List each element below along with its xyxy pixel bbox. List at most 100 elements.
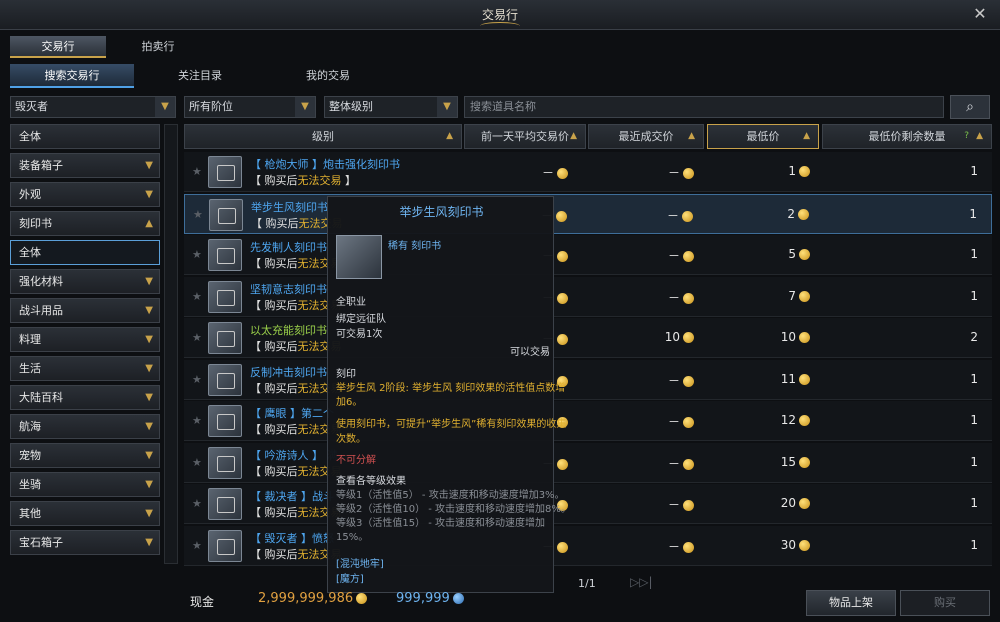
table-row[interactable]: ★反制冲击刻印书【 购买后无法交易－－111 <box>184 359 992 400</box>
buy-button[interactable]: 购买 <box>900 590 990 616</box>
star-icon[interactable]: ★ <box>192 331 202 344</box>
lowest-price-value: 11 <box>780 371 796 386</box>
gold-coin-icon <box>356 593 368 604</box>
gold-coin-icon <box>799 373 810 385</box>
category-scrollbar[interactable] <box>164 124 178 564</box>
tier-select[interactable]: 所有阶位 ▼ <box>184 96 316 118</box>
lowest-price-value: 1 <box>788 164 796 178</box>
header-recent-price[interactable]: 最近成交价 ▲ <box>588 124 704 149</box>
category-gem-box[interactable]: 宝石箱子 ▼ <box>10 530 160 555</box>
star-icon[interactable]: ★ <box>192 539 202 552</box>
help-icon[interactable]: ? <box>964 125 969 148</box>
tab-my-trades[interactable]: 我的交易 <box>266 64 390 88</box>
grade-select[interactable]: 整体级别 ▼ <box>324 96 458 118</box>
table-row[interactable]: ★以太充能刻印书【 购买后无法交易－10102 <box>184 318 992 358</box>
category-life[interactable]: 生活 ▼ <box>10 356 160 381</box>
list-item-button[interactable]: 物品上架 <box>806 590 896 616</box>
recent-price-value: － <box>667 373 680 388</box>
category-all[interactable]: 全体 <box>10 124 160 149</box>
star-icon[interactable]: ★ <box>192 290 202 303</box>
table-row[interactable]: ★坚韧意志刻印书【 购买后无法交易－－71 <box>184 276 992 317</box>
category-enhancement[interactable]: 强化材料 ▼ <box>10 269 160 294</box>
item-sub-prefix: 【 购买后 <box>250 257 298 270</box>
recent-price: － <box>668 538 694 555</box>
item-name: 坚韧意志刻印书 <box>250 282 327 296</box>
lowest-price-value: 20 <box>780 496 796 510</box>
lowest-qty: 1 <box>970 164 978 178</box>
item-name: 【 吟游诗人 】 满 <box>250 448 338 462</box>
chevron-down-icon: ▼ <box>145 479 153 490</box>
table-row[interactable]: ★ 【 枪炮大师 】炮击强化刻印书【 购买后无法交易 】 － － 1 1 <box>184 152 992 192</box>
engraving-book-icon <box>208 322 242 354</box>
lowest-price: 10 <box>781 330 810 344</box>
star-icon[interactable]: ★ <box>192 497 202 510</box>
header-avg-price[interactable]: 前一天平均交易价 ▲ <box>464 124 586 149</box>
table-row[interactable]: ★【 毁灭者 】愤怒【 购买后无法交易－－301 <box>184 525 992 566</box>
gold-coin-icon <box>557 541 568 553</box>
category-pets[interactable]: 宠物 ▼ <box>10 443 160 468</box>
tab-trade-house[interactable]: 交易行 <box>10 36 106 58</box>
lowest-price: 15 <box>781 455 810 469</box>
sort-icon: ▲ <box>803 131 810 141</box>
search-input[interactable]: 搜索道具名称 <box>464 96 944 118</box>
lowest-price: 30 <box>781 538 810 552</box>
star-icon[interactable]: ★ <box>192 248 202 261</box>
category-label: 战斗用品 <box>19 304 63 317</box>
category-other[interactable]: 其他 ▼ <box>10 501 160 526</box>
avg-price: － <box>542 164 568 181</box>
gold-coin-icon <box>557 334 568 345</box>
category-engraving-all[interactable]: 全体 <box>10 240 160 265</box>
category-sailing[interactable]: 航海 ▼ <box>10 414 160 439</box>
category-mounts[interactable]: 坐骑 ▼ <box>10 472 160 497</box>
gold-coin-icon <box>683 417 694 428</box>
category-encyclopedia[interactable]: 大陆百科 ▼ <box>10 385 160 410</box>
recent-price: － <box>668 372 694 389</box>
tooltip-class: 全职业 <box>336 297 366 308</box>
header-lowest-qty[interactable]: 最低价剩余数量? ▲ <box>822 124 992 149</box>
search-button[interactable]: ⌕ <box>950 95 990 119</box>
chevron-up-icon: ▲ <box>145 218 153 229</box>
lowest-price-value: 2 <box>787 206 795 221</box>
category-engraving[interactable]: 刻印书 ▲ <box>10 211 160 236</box>
chevron-down-icon: ▼ <box>145 392 153 403</box>
engraving-book-icon <box>208 405 242 437</box>
gold-coin-icon <box>557 458 568 470</box>
category-equipment-box[interactable]: 装备箱子 ▼ <box>10 153 160 178</box>
class-select[interactable]: 毁灭者 ▼ <box>10 96 176 118</box>
table-row[interactable]: ★举步生风刻印书【 购买后无法交易－－21 <box>184 193 992 234</box>
table-row[interactable]: ★【 裁决者 】战斗【 购买后无法交易－－201 <box>184 484 992 524</box>
lowest-price-value: 10 <box>780 330 796 344</box>
category-label: 全体 <box>19 130 41 143</box>
engraving-book-icon <box>336 235 382 279</box>
search-icon: ⌕ <box>966 99 974 115</box>
category-appearance[interactable]: 外观 ▼ <box>10 182 160 207</box>
table-row[interactable]: ★【 吟游诗人 】 满【 购买后无法交易－－151 <box>184 442 992 483</box>
category-battle-items[interactable]: 战斗用品 ▼ <box>10 298 160 323</box>
star-icon[interactable]: ★ <box>192 373 202 386</box>
tab-watchlist[interactable]: 关注目录 <box>138 64 262 88</box>
engraving-book-icon <box>208 156 242 188</box>
star-icon[interactable]: ★ <box>192 165 202 178</box>
gold-coin-icon <box>683 500 694 511</box>
tab-search-market[interactable]: 搜索交易行 <box>10 64 134 88</box>
header-grade[interactable]: 级别 ▲ <box>184 124 462 149</box>
gold-coin-icon <box>799 166 810 177</box>
lowest-price-value: 30 <box>780 537 796 552</box>
item-name: 【 枪炮大师 】炮击强化刻印书 <box>250 158 400 171</box>
star-icon[interactable]: ★ <box>193 208 203 221</box>
header-lowest-price[interactable]: 最低价 ▲ <box>707 124 819 149</box>
recent-price-value: － <box>667 498 680 512</box>
table-row[interactable]: ★【 鹰眼 】第二个【 购买后无法交易－－121 <box>184 401 992 441</box>
close-icon[interactable]: ✕ <box>970 4 990 24</box>
star-icon[interactable]: ★ <box>192 456 202 469</box>
tooltip-desc-2: 次数。 <box>336 434 366 445</box>
tier-select-value: 所有阶位 <box>189 100 233 113</box>
tab-auction-house[interactable]: 拍卖行 <box>110 36 206 58</box>
star-icon[interactable]: ★ <box>192 414 202 427</box>
next-page-icon[interactable]: ▷▷| <box>630 575 653 589</box>
chevron-down-icon: ▼ <box>437 97 457 117</box>
item-name: 【 裁决者 】战斗 <box>250 490 334 503</box>
table-row[interactable]: ★先发制人刻印书【 购买后无法交易－－51 <box>184 235 992 275</box>
category-cooking[interactable]: 料理 ▼ <box>10 327 160 352</box>
sort-icon: ▲ <box>570 131 577 141</box>
